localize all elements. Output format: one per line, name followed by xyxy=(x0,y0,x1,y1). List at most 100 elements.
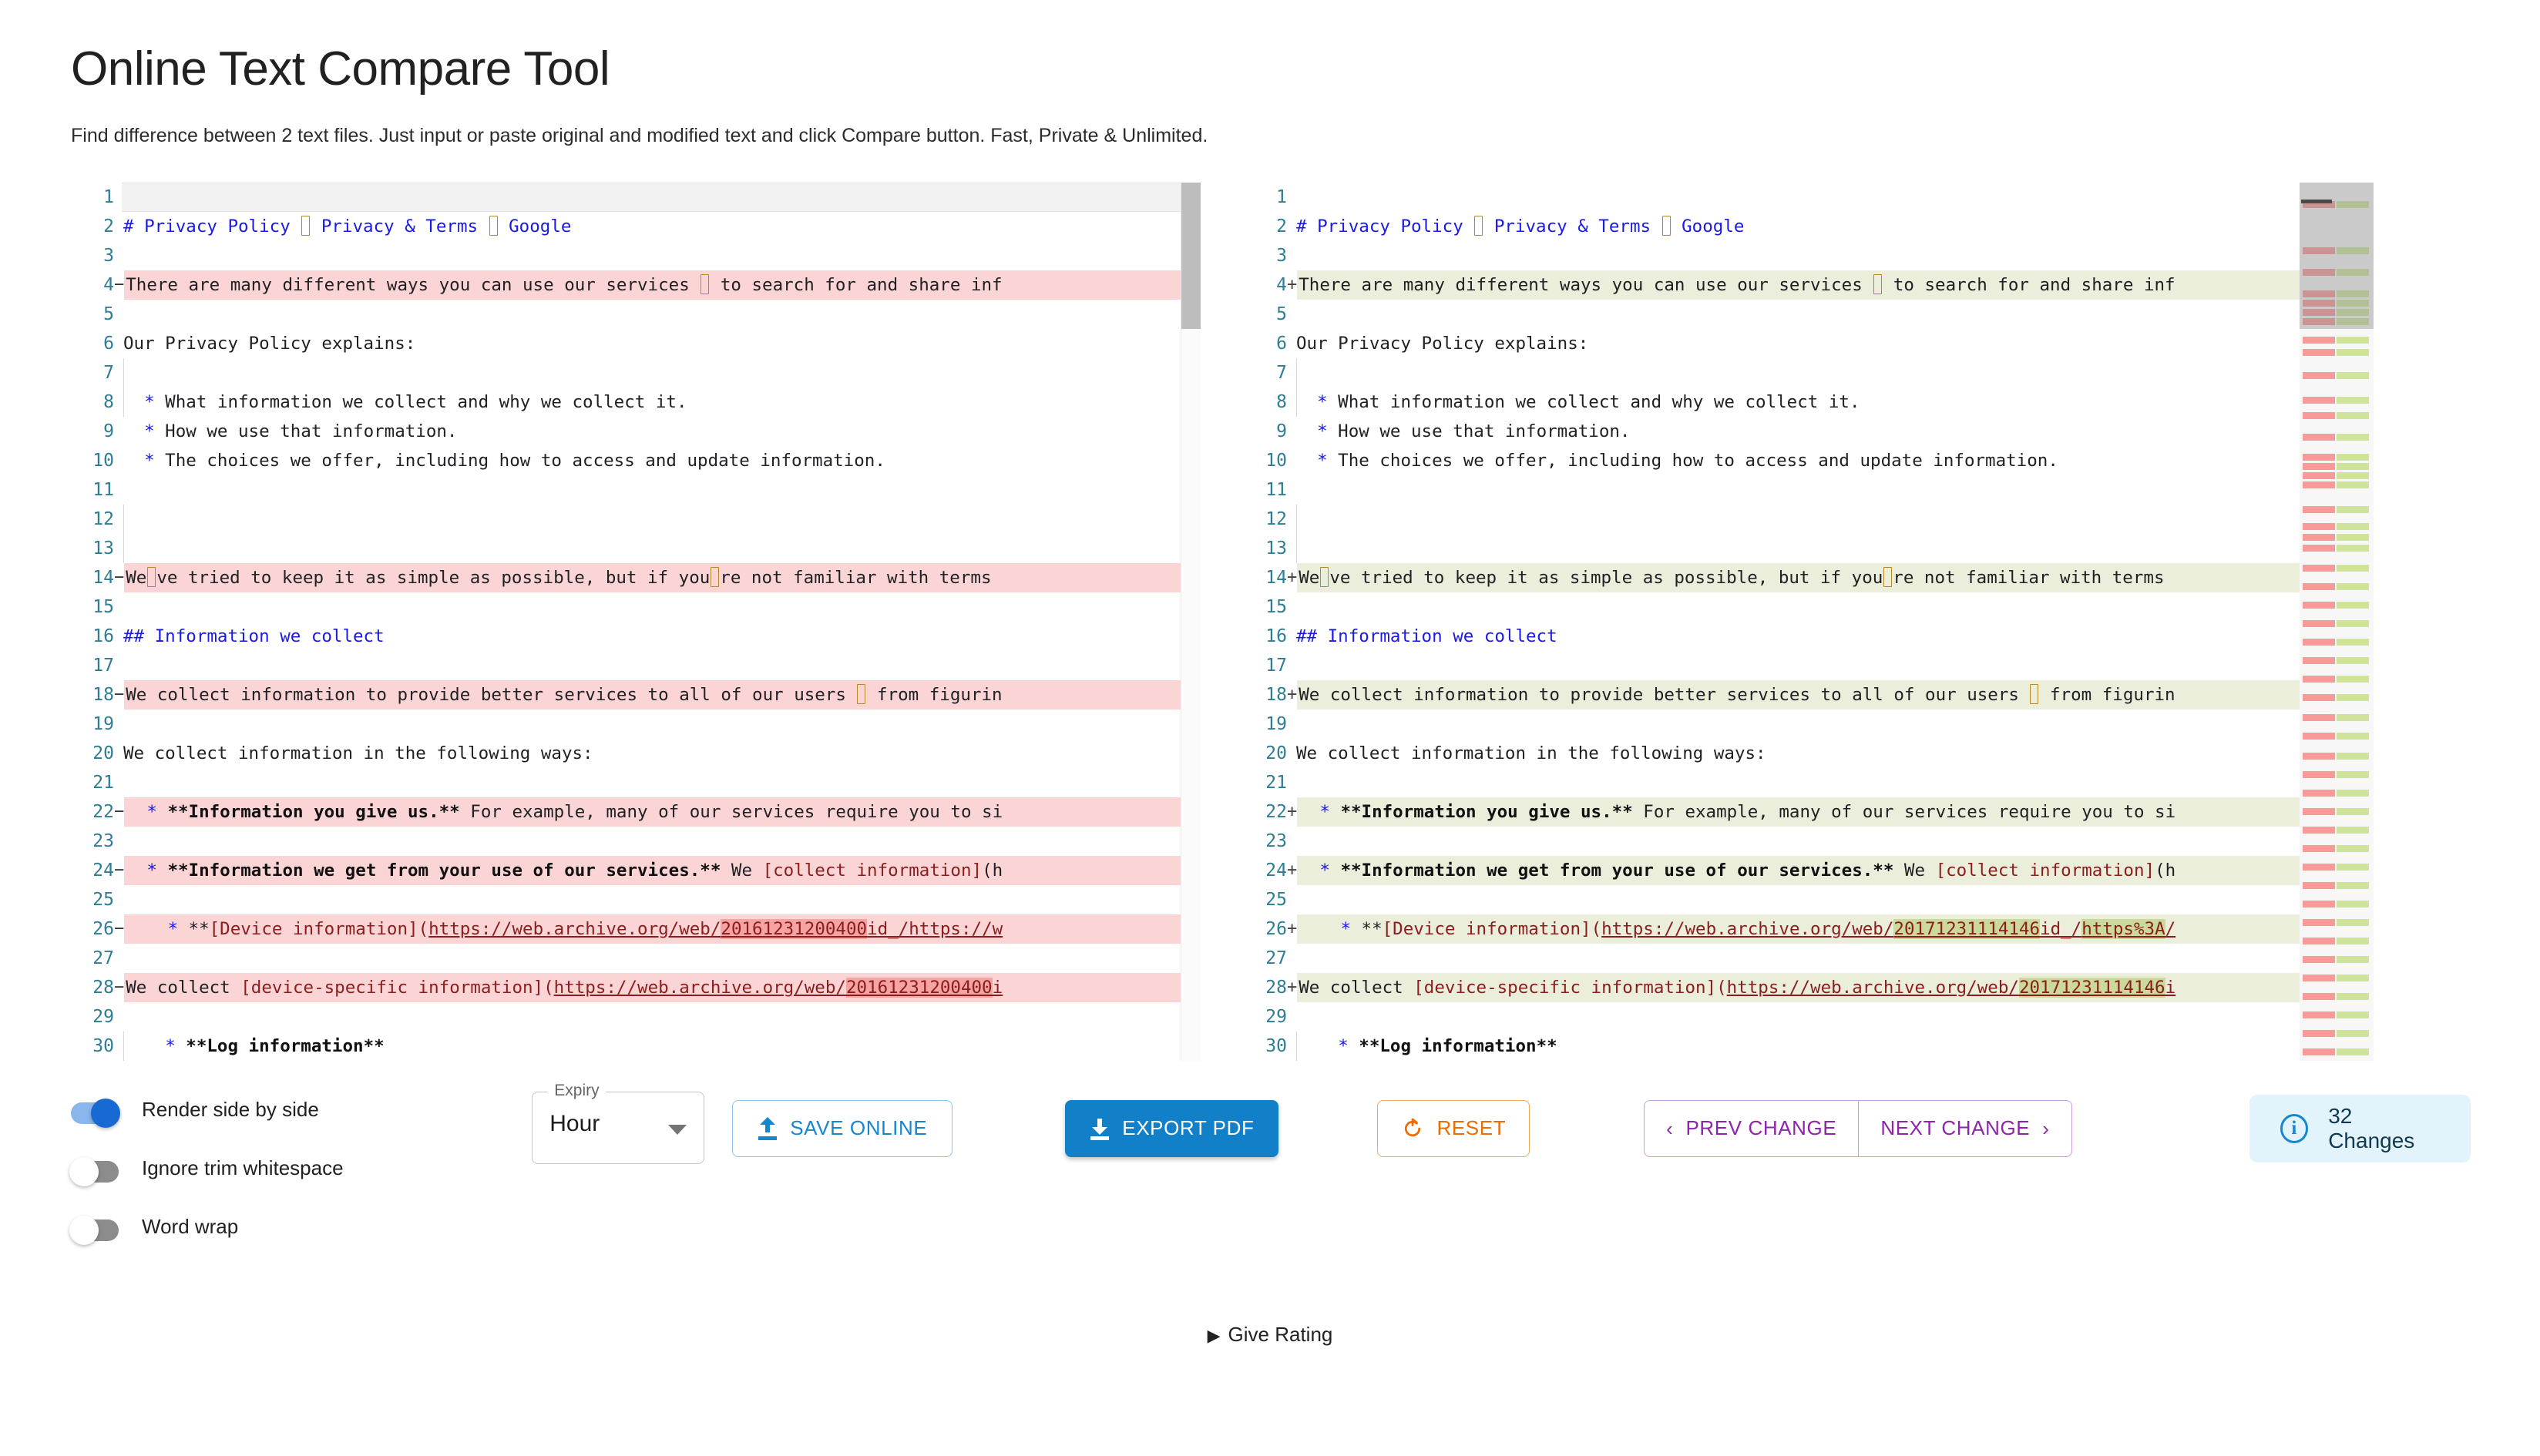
diff-line[interactable]: 10 * The choices we offer, including how… xyxy=(71,445,1201,475)
diff-line[interactable]: 8 * What information we collect and why … xyxy=(71,387,1201,417)
scrollbar-thumb[interactable] xyxy=(1181,182,1201,329)
diff-line[interactable]: 11 xyxy=(1244,475,2374,505)
expiry-select[interactable]: Expiry Hour xyxy=(532,1081,705,1164)
diff-line[interactable]: 1 xyxy=(71,182,1201,212)
diff-line[interactable]: 20 We collect information in the followin… xyxy=(1244,738,2374,768)
diff-line[interactable]: 6 Our Privacy Policy explains: xyxy=(1244,328,2374,358)
diff-line[interactable]: 28− We collect [device-specific informati… xyxy=(71,972,1201,1002)
diff-line[interactable]: 19 xyxy=(1244,709,2374,739)
diff-line[interactable]: 6 Our Privacy Policy explains: xyxy=(71,328,1201,358)
line-content xyxy=(1295,768,2374,797)
diff-line[interactable]: 25 xyxy=(1244,884,2374,914)
diff-pane-original[interactable]: 1 2 # Privacy Policy Privacy & Terms Googl… xyxy=(71,182,1201,1061)
diff-line[interactable]: 12 xyxy=(1244,504,2374,534)
diff-line[interactable]: 28 + We collect [device-specific informati… xyxy=(1244,972,2374,1002)
diff-line[interactable]: 30 * **Log information** xyxy=(1244,1031,2374,1061)
diff-line[interactable]: 14 + We ve tried to keep it as simple as po… xyxy=(1244,562,2374,592)
diff-line[interactable]: 16 ## Information we collect xyxy=(1244,621,2374,651)
diff-line[interactable]: 27 xyxy=(1244,943,2374,973)
diff-line[interactable]: 24− * **Information we get from your use… xyxy=(71,855,1201,885)
line-number: 11 xyxy=(1244,475,1287,505)
diff-line[interactable]: 26 + * **[Device information](https://web… xyxy=(1244,914,2374,944)
switch-word-wrap[interactable] xyxy=(69,1215,122,1245)
diff-line[interactable]: 19 xyxy=(71,709,1201,739)
diff-line[interactable]: 14− We ve tried to keep it as simple as po… xyxy=(71,562,1201,592)
diff-line[interactable]: 17 xyxy=(71,650,1201,680)
toggle-word-wrap[interactable]: Word wrap xyxy=(69,1198,532,1256)
diff-line[interactable]: 21 xyxy=(71,767,1201,797)
minimap-scroll-thumb[interactable] xyxy=(2300,182,2374,329)
diff-minimap[interactable] xyxy=(2300,182,2374,1061)
save-online-button[interactable]: SAVE ONLINE xyxy=(732,1099,953,1157)
line-number: 27 xyxy=(1244,943,1287,973)
diff-line[interactable]: 29 xyxy=(71,1001,1201,1032)
diff-line[interactable]: 26− * **[Device information](https://web… xyxy=(71,914,1201,944)
diff-line[interactable]: 15 xyxy=(71,592,1201,622)
minimap-deletion-bar xyxy=(2303,826,2335,834)
chevron-down-icon[interactable] xyxy=(668,1124,687,1135)
footer: ▶ Give Rating xyxy=(0,1323,2540,1347)
line-content xyxy=(1295,1002,2374,1032)
diff-line[interactable]: 2 # Privacy Policy Privacy & Terms Google xyxy=(71,211,1201,241)
diff-line[interactable]: 3 xyxy=(1244,240,2374,270)
original-vertical-scrollbar[interactable] xyxy=(1181,182,1201,1061)
diff-line[interactable]: 23 xyxy=(1244,826,2374,856)
line-content xyxy=(1295,183,2374,212)
diff-line[interactable]: 20 We collect information in the followin… xyxy=(71,738,1201,768)
diff-line[interactable]: 7 xyxy=(1244,357,2374,387)
line-content xyxy=(1295,358,2374,387)
export-pdf-button[interactable]: EXPORT PDF xyxy=(1065,1099,1279,1157)
diff-line[interactable]: 29 xyxy=(1244,1001,2374,1032)
changes-count-badge[interactable]: i 32 Changes xyxy=(2249,1094,2471,1162)
line-content xyxy=(122,475,1201,505)
diff-marker: + xyxy=(1287,562,1298,592)
diff-line[interactable]: 12 xyxy=(71,504,1201,534)
diff-line[interactable]: 7 xyxy=(71,357,1201,387)
line-number: 30 xyxy=(71,1031,114,1061)
diff-line[interactable]: 24 + * **Information we get from your use… xyxy=(1244,855,2374,885)
line-number: 20 xyxy=(1244,738,1287,768)
diff-line[interactable]: 22− * **Information you give us.** For e… xyxy=(71,797,1201,827)
line-content: * **[Device information](https://web.arc… xyxy=(1297,914,2374,944)
diff-line[interactable]: 9 * How we use that information. xyxy=(1244,416,2374,446)
diff-line[interactable]: 2 # Privacy Policy Privacy & Terms Google xyxy=(1244,211,2374,241)
diff-line[interactable]: 17 xyxy=(1244,650,2374,680)
line-number: 15 xyxy=(1244,592,1287,622)
diff-line[interactable]: 22 + * **Information you give us.** For e… xyxy=(1244,797,2374,827)
reset-button[interactable]: RESET xyxy=(1377,1099,1530,1157)
diff-line[interactable]: 21 xyxy=(1244,767,2374,797)
diff-line[interactable]: 18− We collect information to provide bet… xyxy=(71,679,1201,710)
diff-line[interactable]: 3 xyxy=(71,240,1201,270)
diff-line[interactable]: 9 * How we use that information. xyxy=(71,416,1201,446)
diff-line[interactable]: 25 xyxy=(71,884,1201,914)
diff-line[interactable]: 5 xyxy=(71,299,1201,329)
next-change-button[interactable]: NEXT CHANGE › xyxy=(1859,1099,2072,1157)
diff-line[interactable]: 16 ## Information we collect xyxy=(71,621,1201,651)
diff-line[interactable]: 5 xyxy=(1244,299,2374,329)
toggle-render-side-by-side[interactable]: Render side by side xyxy=(71,1081,532,1139)
diff-line[interactable]: 8 * What information we collect and why … xyxy=(1244,387,2374,417)
prev-change-button[interactable]: ‹ PREV CHANGE xyxy=(1644,1099,1860,1157)
line-number: 10 xyxy=(71,445,114,475)
switch-render-side-by-side[interactable] xyxy=(71,1098,122,1128)
diff-line[interactable]: 30 * **Log information** xyxy=(71,1031,1201,1061)
diff-line[interactable]: 11 xyxy=(71,475,1201,505)
download-icon xyxy=(1090,1117,1110,1140)
diff-line[interactable]: 1 xyxy=(1244,182,2374,212)
minimap-deletion-bar xyxy=(2303,564,2335,572)
switch-ignore-trim-whitespace[interactable] xyxy=(69,1156,122,1186)
diff-line[interactable]: 13 xyxy=(71,533,1201,563)
diff-line[interactable]: 15 xyxy=(1244,592,2374,622)
diff-line[interactable]: 4 + There are many different ways you can … xyxy=(1244,270,2374,300)
diff-line[interactable]: 10 * The choices we offer, including how… xyxy=(1244,445,2374,475)
diff-line[interactable]: 23 xyxy=(71,826,1201,856)
line-content xyxy=(122,358,1201,387)
diff-marker xyxy=(114,357,122,387)
toggle-ignore-trim-whitespace[interactable]: Ignore trim whitespace xyxy=(69,1139,532,1198)
give-rating-toggle[interactable]: ▶ Give Rating xyxy=(1208,1323,1333,1346)
diff-line[interactable]: 13 xyxy=(1244,533,2374,563)
diff-pane-modified[interactable]: 1 2 # Privacy Policy Privacy & Terms Googl… xyxy=(1244,182,2374,1061)
diff-line[interactable]: 4− There are many different ways you can … xyxy=(71,270,1201,300)
diff-line[interactable]: 27 xyxy=(71,943,1201,973)
diff-line[interactable]: 18 + We collect information to provide bet… xyxy=(1244,679,2374,710)
